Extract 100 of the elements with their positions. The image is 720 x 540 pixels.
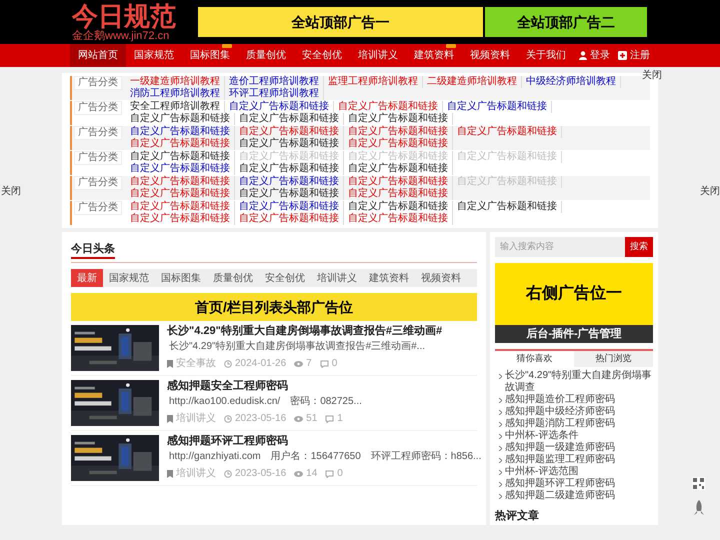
category-tab[interactable]: 质量创优 [207,269,259,287]
ad-link[interactable]: 自定义广告标题和链接 [126,201,235,213]
bookmark-icon [167,414,173,422]
ad-link[interactable]: 消防工程师培训教程 [126,88,225,100]
sidebar-link[interactable]: 感知押题一级建造师密码 [505,442,615,454]
sidebar-link[interactable]: 中州杯-评选条件 [505,430,578,442]
ad-link[interactable]: 自定义广告标题和链接 [344,126,453,138]
article-title[interactable]: 感知押题安全工程师密码 [167,380,362,393]
ad-link[interactable]: 自定义广告标题和链接 [235,138,344,150]
clock-icon [224,414,232,422]
category-tab[interactable]: 安全创优 [259,269,311,287]
ad-link[interactable]: 自定义广告标题和链接 [126,113,235,125]
ad-link[interactable]: 自定义广告标题和链接 [126,126,235,138]
ad-link[interactable]: 自定义广告标题和链接 [344,113,453,125]
sidebar-link[interactable]: 中州杯-评选范围 [505,466,578,478]
chevron-icon [499,482,502,487]
article-title[interactable]: 感知押题环评工程师密码 [167,435,477,448]
rocket-icon[interactable] [693,500,705,516]
sidebar-link[interactable]: 感知押题二级建造师密码 [505,490,615,502]
nav-link[interactable]: 质量创优 [238,44,294,67]
clock-icon [224,470,232,478]
close-link[interactable]: 关闭 [700,184,720,199]
banner-ad[interactable]: 首页/栏目列表头部广告位 [71,293,477,321]
ad-link[interactable]: 自定义广告标题和链接 [126,176,235,188]
ad-link[interactable]: 自定义广告标题和链接 [235,201,344,213]
bookmark-icon [167,360,173,368]
sidebar-link[interactable]: 感知押题消防工程师密码 [505,418,615,430]
ad-link[interactable]: 自定义广告标题和链接 [453,201,562,213]
sidebar-link[interactable]: 感知押题监理工程师密码 [505,454,615,466]
nav-link[interactable]: 安全创优 [294,44,350,67]
chevron-icon [499,410,502,415]
banner-ad[interactable]: 全站顶部广告一 [198,7,483,37]
category-tab[interactable]: 建筑资料 [363,269,415,287]
sidebar-link[interactable]: 感知押题造价工程师密码 [505,394,615,406]
ad-link[interactable]: 自定义广告标题和链接 [225,101,334,113]
search-field[interactable]: 输入搜索内容 搜索 [495,237,653,257]
eye-icon [294,470,304,476]
ad-link[interactable]: 自定义广告标题和链接 [235,113,344,125]
nav-link[interactable]: 建筑资料 [406,44,462,67]
view-count: 7 [306,357,312,371]
ad-link[interactable]: 监理工程师培训教程 [324,76,423,88]
category-tab[interactable]: 最新 [71,269,103,287]
ad-link[interactable]: 自定义广告标题和链接 [453,126,562,138]
qr-code-icon[interactable] [692,477,705,490]
category-tab[interactable]: 国家规范 [103,269,155,287]
chevron-icon [499,434,502,439]
nav-link[interactable]: 视频资料 [462,44,518,67]
nav-link[interactable]: 关于我们 [518,44,574,67]
sidebar-link[interactable]: 长沙"4.29"特别重大自建房倒塌事故调查 [505,370,653,394]
search-button[interactable]: 搜索 [625,237,653,257]
article-title[interactable]: 长沙"4.29"特别重大自建房倒塌事故调查报告#三维动画# [167,325,442,338]
login-link[interactable]: 登录 [579,48,610,63]
register-link[interactable]: 注册 [618,48,650,63]
ad-link[interactable]: 自定义广告标题和链接 [126,213,235,225]
comment-count: 0 [337,467,343,481]
category-tab[interactable]: 国标图集 [155,269,207,287]
ad-link[interactable]: 一级建造师培训教程 [126,76,225,88]
banner-ad[interactable]: 全站顶部广告二 [485,7,647,37]
ad-link[interactable]: 自定义广告标题和链接 [126,138,235,150]
ad-link[interactable]: 自定义广告标题和链接 [235,213,344,225]
chevron-icon [499,458,502,463]
nav-link[interactable]: 培训讲义 [350,44,406,67]
ad-category-label: 广告分类 [74,201,122,215]
ad-link[interactable]: 自定义广告标题和链接 [344,176,453,188]
ad-link[interactable]: 环评工程师培训教程 [225,88,324,100]
ad-link[interactable]: 自定义广告标题和链接 [126,163,235,175]
ad-link[interactable]: 自定义广告标题和链接 [235,126,344,138]
category-tab[interactable]: 视频资料 [415,269,467,287]
clock-icon [224,360,232,368]
ad-link[interactable]: 自定义广告标题和链接 [126,188,235,200]
ad-link[interactable]: 自定义广告标题和链接 [334,101,443,113]
ad-link[interactable]: 自定义广告标题和链接 [235,188,344,200]
nav-link[interactable]: 网站首页 [70,44,126,67]
ad-link[interactable]: 自定义广告标题和链接 [344,163,453,175]
section-title: 热评文章 [495,508,540,524]
ad-link[interactable]: 自定义广告标题和链接 [443,101,552,113]
ad-link[interactable]: 自定义广告标题和链接 [344,188,453,200]
ad-link[interactable]: 自定义广告标题和链接 [344,138,453,150]
article-excerpt: http://kao100.edudisk.cn/ [169,396,280,408]
sidebar-link[interactable]: 感知押题环评工程师密码 [505,478,615,490]
sidebar-tab[interactable]: 热门浏览 [574,351,653,367]
nav-link[interactable]: 国家规范 [126,44,182,67]
ad-category-label: 广告分类 [74,176,122,190]
view-count: 14 [306,467,318,481]
ad-link[interactable]: 自定义广告标题和链接 [126,151,235,163]
ad-link[interactable]: 造价工程师培训教程 [225,76,324,88]
ad-link[interactable]: 自定义广告标题和链接 [235,176,344,188]
logo-title[interactable]: 今日规范 [72,2,176,30]
ad-link[interactable]: 安全工程师培训教程 [126,101,225,113]
ad-link[interactable]: 自定义广告标题和链接 [235,163,344,175]
close-link[interactable]: 关闭 [642,68,662,83]
category-tab[interactable]: 培训讲义 [311,269,363,287]
article-date: 2024-01-26 [235,357,286,371]
ad-link[interactable]: 自定义广告标题和链接 [344,213,453,225]
ad-link[interactable]: 中级经济师培训教程 [522,76,621,88]
sidebar-link[interactable]: 感知押题中级经济师密码 [505,406,615,418]
ad-link[interactable]: 自定义广告标题和链接 [344,201,453,213]
ad-link[interactable]: 二级建造师培训教程 [423,76,522,88]
nav-link[interactable]: 国标图集 [182,44,238,67]
close-link[interactable]: 关闭 [1,184,21,199]
